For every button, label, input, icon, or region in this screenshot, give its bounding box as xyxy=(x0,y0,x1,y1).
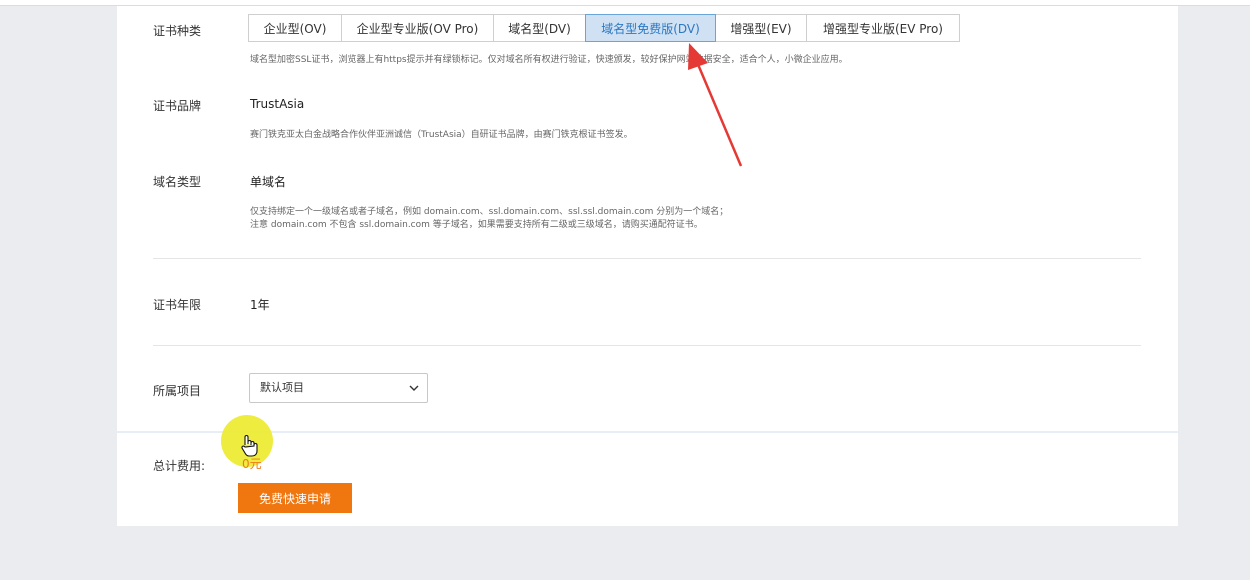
project-select[interactable]: 默认项目 xyxy=(249,373,428,403)
brand-description: 赛门铁克亚太白金战略合作伙伴亚洲诚信（TrustAsia）自研证书品牌，由赛门铁… xyxy=(250,130,633,140)
brand-value: TrustAsia xyxy=(250,97,305,111)
free-apply-button[interactable]: 免费快速申请 xyxy=(238,483,352,513)
tab-ev[interactable]: 增强型(EV) xyxy=(715,14,807,42)
section-divider xyxy=(153,258,1141,259)
tab-dv-free[interactable]: 域名型免费版(DV) xyxy=(585,14,716,42)
tab-ev-pro[interactable]: 增强型专业版(EV Pro) xyxy=(806,14,960,42)
period-value: 1年 xyxy=(250,298,270,312)
period-label: 证书年限 xyxy=(153,298,202,312)
project-label: 所属项目 xyxy=(153,384,202,398)
domain-type-value: 单域名 xyxy=(250,175,287,189)
chevron-down-icon xyxy=(409,374,419,414)
brand-label: 证书品牌 xyxy=(153,99,202,113)
domain-type-label: 域名类型 xyxy=(153,175,202,189)
footer-separator xyxy=(117,431,1178,433)
domain-type-description-1: 仅支持绑定一个一级域名或者子域名，例如 domain.com、ssl.domai… xyxy=(250,207,729,217)
total-cost-label: 总计费用: xyxy=(153,459,206,473)
cert-type-description: 域名型加密SSL证书，浏览器上有https提示并有绿锁标记。仅对域名所有权进行验… xyxy=(250,55,848,65)
tab-ov[interactable]: 企业型(OV) xyxy=(248,14,342,42)
hand-cursor-icon xyxy=(239,434,259,463)
section-divider xyxy=(153,345,1141,346)
project-select-value: 默认项目 xyxy=(260,381,304,394)
tab-dv[interactable]: 域名型(DV) xyxy=(493,14,586,42)
domain-type-description-2: 注意 domain.com 不包含 ssl.domain.com 等子域名，如果… xyxy=(250,220,703,230)
order-form-card: 证书种类 企业型(OV) 企业型专业版(OV Pro) 域名型(DV) 域名型免… xyxy=(117,6,1178,526)
cert-type-tabs: 企业型(OV) 企业型专业版(OV Pro) 域名型(DV) 域名型免费版(DV… xyxy=(248,14,960,42)
tab-ov-pro[interactable]: 企业型专业版(OV Pro) xyxy=(341,14,494,42)
cert-type-label: 证书种类 xyxy=(153,24,202,38)
